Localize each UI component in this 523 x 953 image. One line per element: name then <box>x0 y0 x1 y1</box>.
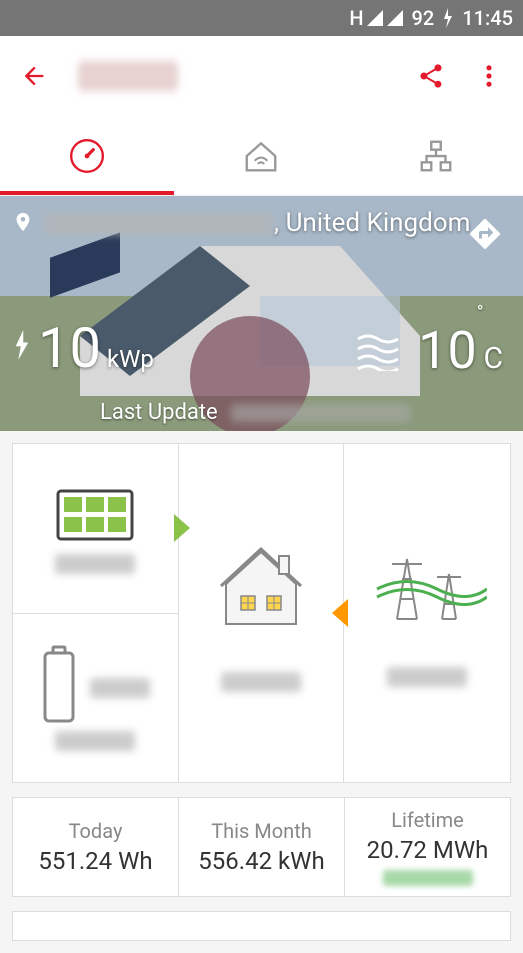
last-update-label: Last Update <box>100 400 218 425</box>
degree-symbol: ° <box>477 302 484 323</box>
more-icon[interactable] <box>475 62 503 90</box>
solar-panel-icon <box>50 483 140 548</box>
status-bar: H 92 11:45 <box>0 0 523 36</box>
solar-cell <box>13 444 178 614</box>
energy-flow-card[interactable] <box>12 443 511 783</box>
location-row: , United Kingdom <box>12 208 473 238</box>
stat-today: Today 551.24 Wh <box>13 798 179 896</box>
app-bar <box>0 36 523 116</box>
weather: 10°C <box>356 320 503 381</box>
last-update-time-redacted <box>231 404 411 422</box>
tab-network[interactable] <box>349 116 523 195</box>
stat-lifetime: Lifetime 20.72 MWh <box>345 798 510 896</box>
clock: 11:45 <box>462 6 513 30</box>
signal-triangle-icon <box>366 9 384 27</box>
stat-month: This Month 556.42 kWh <box>179 798 345 896</box>
house-cell <box>179 444 345 782</box>
battery-percent-redacted <box>90 678 150 698</box>
temperature: 10°C <box>418 320 503 381</box>
location-text: , United Kingdom <box>44 208 473 238</box>
battery-percent: 92 <box>412 6 435 30</box>
grid-cell <box>344 444 510 782</box>
house-value-redacted <box>221 672 301 692</box>
tab-home[interactable] <box>174 116 348 195</box>
battery-charging-icon <box>442 8 454 28</box>
last-update: Last Update <box>100 400 411 425</box>
hero-banner: , United Kingdom 10 kWp 10°C Last Update <box>0 196 523 431</box>
power-value: 10 <box>38 315 101 381</box>
stat-lifetime-value: 20.72 MWh <box>367 836 489 864</box>
house-icon <box>211 534 311 634</box>
signal-triangle-icon <box>386 9 404 27</box>
system-power: 10 kWp <box>12 315 154 381</box>
fog-icon <box>356 331 406 371</box>
battery-icon <box>40 645 78 725</box>
grid-value-redacted <box>387 667 467 687</box>
share-icon[interactable] <box>417 62 445 90</box>
location-pin-icon <box>12 208 34 236</box>
flow-arrow-grid-to-house <box>332 599 348 627</box>
solar-value-redacted <box>55 554 135 574</box>
flow-arrow-solar-to-house <box>174 514 190 542</box>
grid-tower-icon <box>367 539 487 629</box>
bolt-icon <box>12 330 32 367</box>
battery-value-redacted <box>55 731 135 751</box>
location-redacted <box>44 213 274 235</box>
power-unit: kWp <box>107 345 154 373</box>
next-card-peek[interactable] <box>12 911 511 941</box>
flow-left-column <box>13 444 179 782</box>
temp-unit: C <box>483 341 503 376</box>
stat-today-label: Today <box>69 819 123 843</box>
stat-today-value: 551.24 Wh <box>38 847 152 875</box>
gauge-icon <box>68 137 106 175</box>
content-cards: Today 551.24 Wh This Month 556.42 kWh Li… <box>0 431 523 953</box>
stat-month-label: This Month <box>211 819 312 843</box>
location-country: , United Kingdom <box>274 208 470 238</box>
production-stats-card[interactable]: Today 551.24 Wh This Month 556.42 kWh Li… <box>12 797 511 897</box>
back-icon[interactable] <box>20 62 48 90</box>
stat-lifetime-label: Lifetime <box>391 808 464 832</box>
page-title-redacted <box>78 61 178 91</box>
home-wifi-icon <box>242 137 280 175</box>
stat-month-value: 556.42 kWh <box>198 847 324 875</box>
stat-lifetime-savings-redacted <box>383 870 473 886</box>
directions-icon[interactable] <box>467 216 503 256</box>
temp-value: 10 <box>418 320 476 381</box>
battery-cell <box>13 614 178 783</box>
network-icon <box>417 137 455 175</box>
tabs <box>0 116 523 196</box>
signal-indicator: H <box>349 6 403 30</box>
tab-dashboard[interactable] <box>0 116 174 195</box>
signal-h-icon: H <box>349 6 363 30</box>
